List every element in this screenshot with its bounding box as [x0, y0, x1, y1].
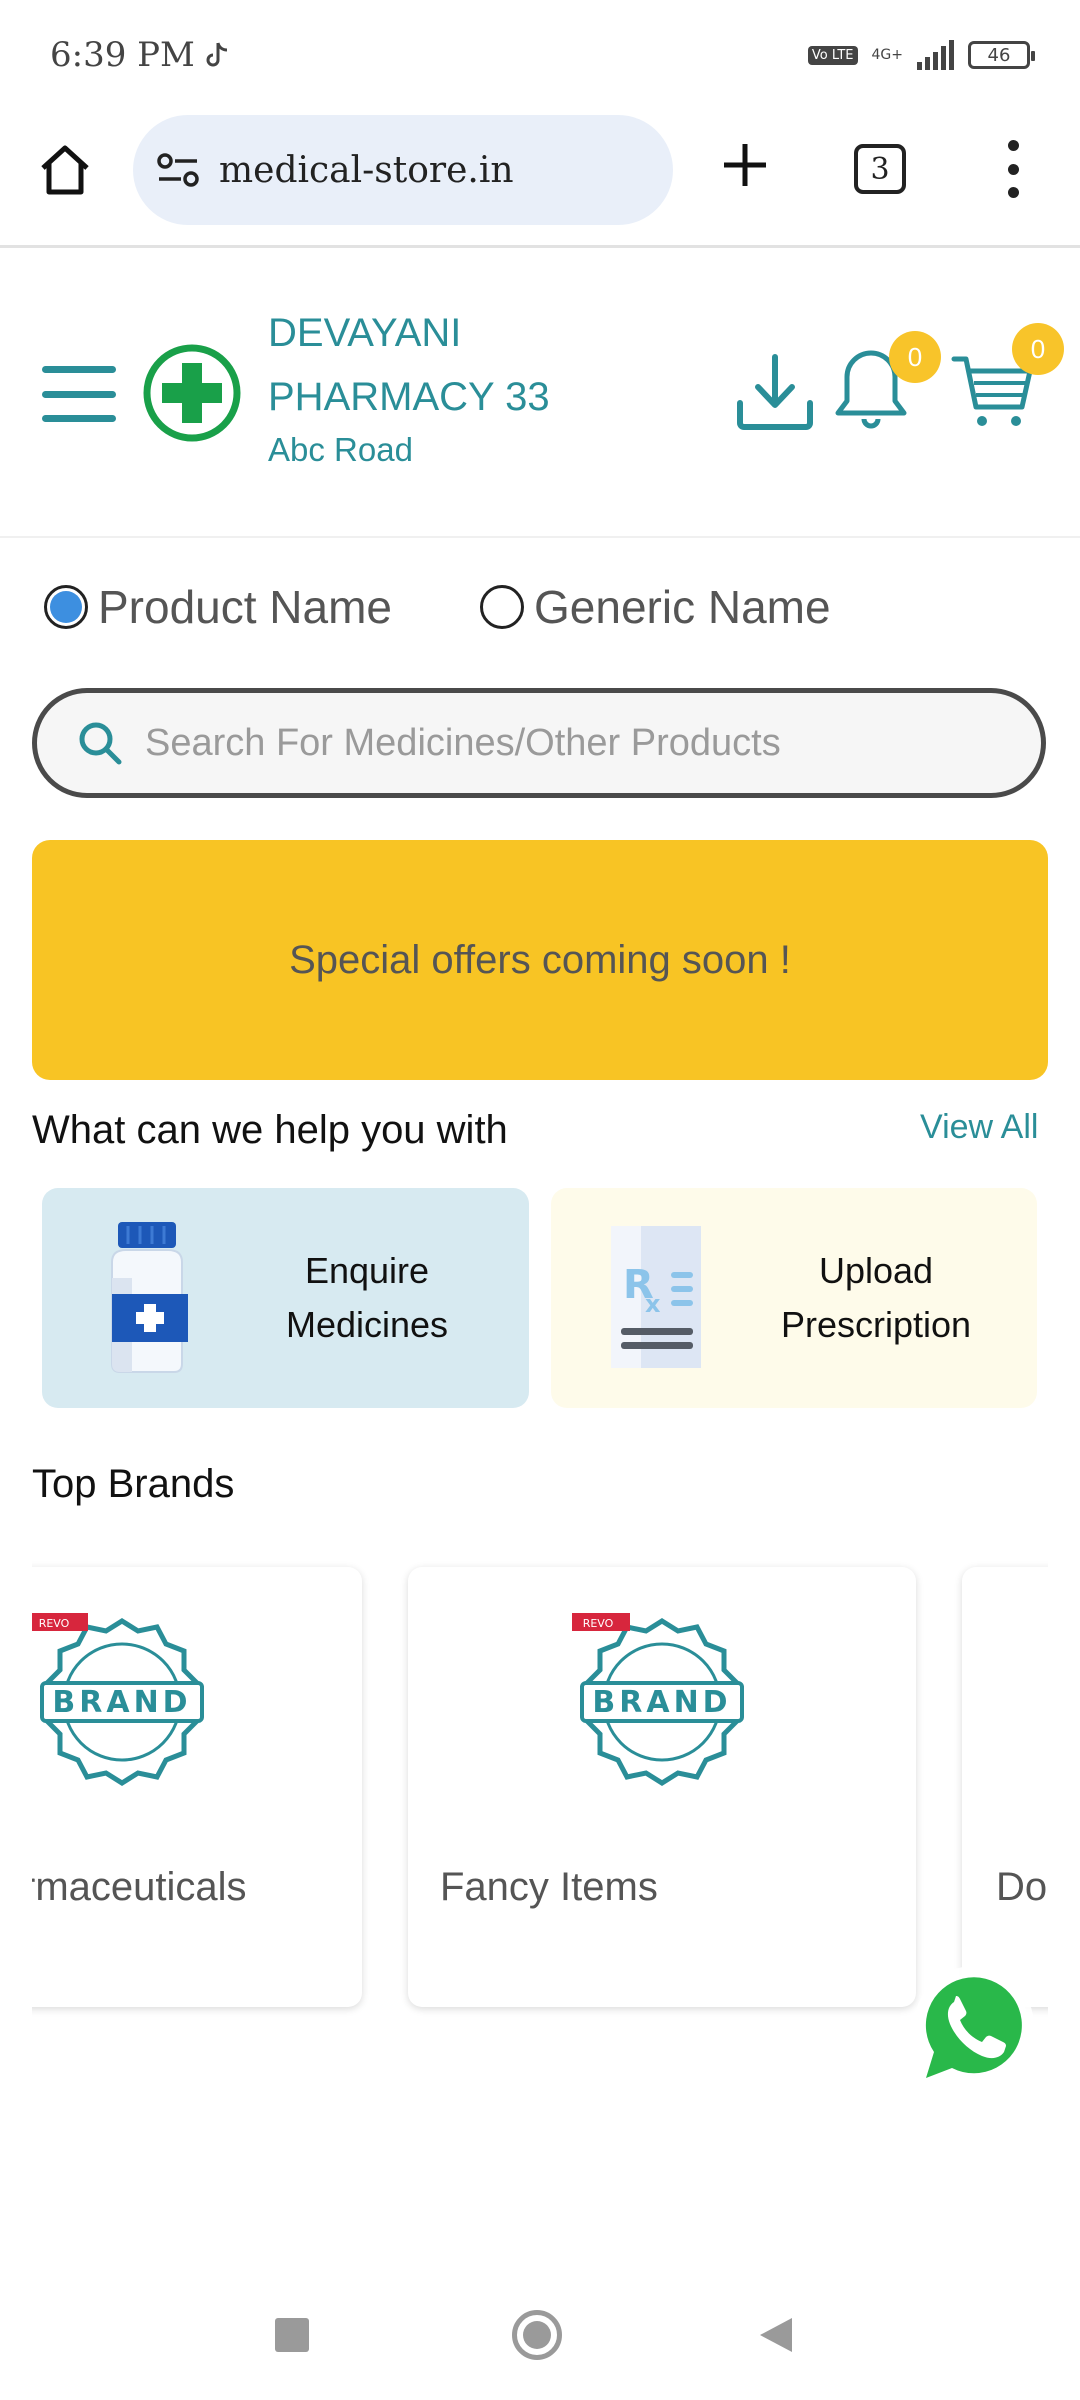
more-options-icon[interactable]: [995, 140, 1031, 198]
whatsapp-icon[interactable]: [902, 1958, 1042, 2098]
radio-unselected-icon[interactable]: [480, 585, 524, 629]
status-bar: 6:39 PM Vo LTE 4G+ 46: [0, 0, 1080, 110]
svg-text:x: x: [645, 1290, 661, 1318]
brand-card[interactable]: BRAND REVO rmaceuticals: [32, 1567, 362, 2007]
pharmacy-logo: [143, 344, 241, 442]
notification-count-badge: 0: [889, 331, 941, 383]
store-name: DEVAYANI PHARMACY 33: [268, 311, 550, 419]
radio-generic-name-label: Generic Name: [534, 581, 831, 633]
url-text: medical-store.in: [219, 149, 514, 191]
brand-card[interactable]: BRAND REVO Fancy Items: [408, 1567, 916, 2007]
network-type: 4G+: [871, 47, 904, 63]
radio-product-name[interactable]: Product Name: [44, 580, 392, 634]
search-input[interactable]: [145, 721, 1005, 765]
brand-badge-icon: BRAND REVO: [572, 1613, 744, 1786]
address-bar[interactable]: medical-store.in: [133, 115, 673, 225]
svg-text:BRAND: BRAND: [592, 1685, 731, 1720]
radio-selected-icon[interactable]: [44, 585, 88, 629]
clock-text: 6:39 PM: [50, 35, 195, 75]
radio-product-name-label: Product Name: [98, 581, 393, 633]
brand-name: Do Ltd: [996, 1865, 1048, 1909]
cart-count-badge: 0: [1012, 323, 1064, 375]
brand-name: rmaceuticals: [32, 1865, 247, 1909]
site-settings-icon[interactable]: [155, 150, 201, 190]
store-address: Abc Road: [268, 431, 413, 468]
signal-icon: [917, 40, 954, 70]
download-icon[interactable]: [734, 351, 816, 433]
help-section-title: What can we help you with: [32, 1108, 508, 1152]
prescription-icon: R x: [611, 1226, 701, 1368]
tab-switcher-button[interactable]: 3: [854, 144, 906, 194]
status-time: 6:39 PM: [50, 35, 231, 75]
svg-text:REVO: REVO: [39, 1617, 70, 1630]
search-icon: [79, 722, 122, 765]
back-icon[interactable]: [758, 2316, 794, 2354]
volte-icon: Vo LTE: [807, 45, 858, 65]
brand-badge-icon: BRAND REVO: [32, 1613, 204, 1786]
svg-text:REVO: REVO: [583, 1617, 614, 1630]
search-mode-selector: Product Name Generic Name: [0, 570, 1080, 640]
hamburger-menu-icon[interactable]: [42, 366, 116, 422]
brand-card[interactable]: Do Ltd: [962, 1567, 1048, 2007]
upload-prescription-card[interactable]: R x Upload Prescription: [551, 1188, 1037, 1408]
upload-prescription-label: Upload Prescription: [780, 1250, 972, 1345]
enquire-medicines-label: Enquire Medicines: [285, 1250, 449, 1345]
browser-toolbar: medical-store.in 3: [0, 110, 1080, 248]
home-icon[interactable]: [35, 140, 95, 200]
special-offers-banner[interactable]: Special offers coming soon !: [32, 840, 1048, 1080]
tab-count: 3: [870, 151, 890, 187]
view-all-link[interactable]: View All: [920, 1108, 1038, 1147]
medicine-bottle-icon: [111, 1222, 188, 1373]
battery-icon: 46: [968, 41, 1035, 69]
recent-apps-icon[interactable]: [275, 2318, 309, 2352]
home-button-icon[interactable]: [512, 2310, 562, 2360]
radio-generic-name[interactable]: Generic Name: [480, 580, 831, 634]
tiktok-notification-icon: [206, 42, 227, 67]
search-bar[interactable]: [32, 688, 1046, 798]
enquire-medicines-card[interactable]: Enquire Medicines: [42, 1188, 529, 1408]
app-header: DEVAYANI PHARMACY 33 Abc Road 0 0: [0, 251, 1080, 538]
battery-level: 46: [987, 44, 1011, 66]
top-brands-title: Top Brands: [32, 1462, 235, 1506]
brands-carousel[interactable]: BRAND REVO rmaceuticals BRAND REVO Fancy…: [32, 1545, 1048, 2025]
brand-name: Fancy Items: [440, 1865, 658, 1909]
banner-text: Special offers coming soon !: [289, 937, 791, 982]
system-nav-bar: [0, 2290, 1080, 2380]
new-tab-icon[interactable]: [716, 136, 774, 194]
svg-text:BRAND: BRAND: [52, 1685, 191, 1720]
status-indicators: Vo LTE 4G+ 46: [807, 40, 1035, 70]
